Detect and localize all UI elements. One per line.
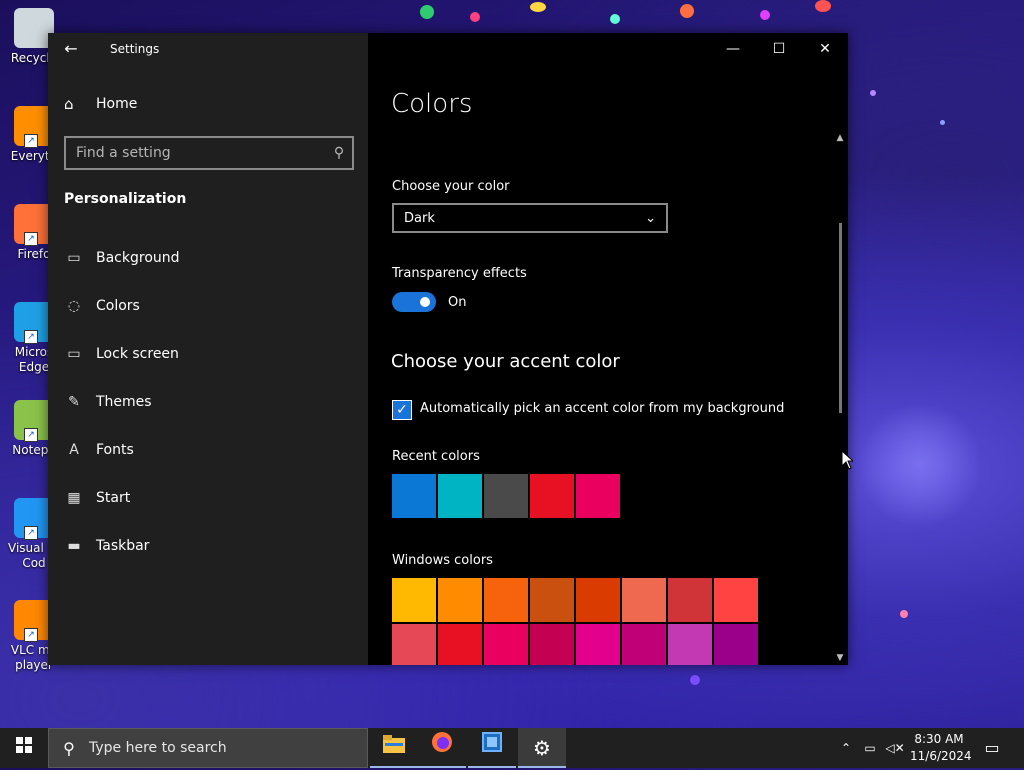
windows-color-swatch[interactable] <box>438 624 482 665</box>
windows-color-swatch[interactable] <box>392 578 436 622</box>
sidebar-item-themes[interactable]: ✎ Themes <box>64 390 152 414</box>
windows-color-swatch[interactable] <box>668 578 712 622</box>
taskbar-search[interactable]: ⚲ Type here to search <box>48 728 368 768</box>
sidebar-item-background[interactable]: ▭ Background <box>64 246 180 270</box>
taskbar-icon: ▬ <box>67 538 81 554</box>
windows-color-swatch[interactable] <box>668 624 712 665</box>
windows-color-swatch[interactable] <box>484 624 528 665</box>
windows-colors-label: Windows colors <box>392 553 493 568</box>
auto-accent-checkbox[interactable]: ✓ <box>392 400 412 420</box>
sidebar-item-label: Taskbar <box>96 538 150 554</box>
windows-color-swatch[interactable] <box>714 624 758 665</box>
nav-home[interactable]: ⌂ Home <box>64 95 137 113</box>
virtualbox-icon[interactable] <box>468 728 516 768</box>
settings-sidebar: ⌂ Home ⚲ Personalization ▭ Background ◌ … <box>48 33 368 665</box>
scroll-up-arrow[interactable]: ▲ <box>832 131 848 145</box>
section-title: Personalization <box>64 191 187 207</box>
windows-color-swatch[interactable] <box>714 578 758 622</box>
themes-icon: ✎ <box>68 394 80 410</box>
sidebar-item-label: Themes <box>96 394 152 410</box>
clock-time: 8:30 AM <box>914 732 964 746</box>
recent-color-swatch[interactable] <box>576 474 620 518</box>
sidebar-item-label: Fonts <box>96 442 134 458</box>
window-title: Settings <box>110 42 160 56</box>
recent-color-swatch[interactable] <box>438 474 482 518</box>
sidebar-item-label: Start <box>96 490 131 506</box>
windows-color-swatch[interactable] <box>622 624 666 665</box>
picture-icon: ▭ <box>67 250 81 266</box>
back-button[interactable]: ← <box>58 39 84 59</box>
scrollbar[interactable]: ▲ ▼ <box>832 131 848 665</box>
start-icon: ▦ <box>67 490 81 506</box>
search-icon[interactable]: ⚲ <box>326 145 352 161</box>
home-icon: ⌂ <box>64 95 74 113</box>
transparency-label: Transparency effects <box>392 266 527 281</box>
recent-colors-label: Recent colors <box>392 449 480 464</box>
taskbar-search-placeholder: Type here to search <box>89 740 227 756</box>
dropdown-value: Dark <box>404 210 435 226</box>
start-button[interactable] <box>0 728 48 768</box>
sidebar-item-lock-screen[interactable]: ▭ Lock screen <box>64 342 179 366</box>
find-setting-input[interactable] <box>66 144 326 162</box>
chevron-down-icon: ⌄ <box>645 210 656 226</box>
shortcut-arrow-icon: ↗ <box>24 330 38 344</box>
shortcut-arrow-icon: ↗ <box>24 428 38 442</box>
sidebar-item-fonts[interactable]: A Fonts <box>64 438 134 462</box>
shortcut-arrow-icon: ↗ <box>24 526 38 540</box>
fonts-icon: A <box>69 442 79 458</box>
nav-home-label: Home <box>96 96 138 112</box>
settings-gear-icon[interactable]: ⚙ <box>518 728 566 768</box>
shortcut-arrow-icon: ↗ <box>24 232 38 246</box>
taskbar: ⚲ Type here to search ⚙ ⌃ ▭ ◁✕ 8:30 AM 1… <box>0 728 1024 768</box>
network-icon[interactable]: ▭ <box>860 728 880 768</box>
choose-color-label: Choose your color <box>392 179 510 194</box>
settings-window: ⌂ Home ⚲ Personalization ▭ Background ◌ … <box>48 33 848 665</box>
windows-color-swatch[interactable] <box>392 624 436 665</box>
sidebar-item-colors[interactable]: ◌ Colors <box>64 294 140 318</box>
recent-color-swatch[interactable] <box>484 474 528 518</box>
shortcut-arrow-icon: ↗ <box>24 628 38 642</box>
chevron-up-icon[interactable]: ⌃ <box>836 728 856 768</box>
search-icon: ⚲ <box>63 738 75 758</box>
sidebar-item-start[interactable]: ▦ Start <box>64 486 130 510</box>
notifications-icon[interactable]: ▭ <box>980 728 1004 768</box>
palette-icon: ◌ <box>67 298 81 314</box>
sidebar-item-label: Colors <box>96 298 140 314</box>
windows-logo-icon <box>16 737 32 753</box>
sidebar-item-label: Lock screen <box>96 346 179 362</box>
windows-color-swatch[interactable] <box>622 578 666 622</box>
auto-accent-label[interactable]: Automatically pick an accent color from … <box>420 401 784 416</box>
recent-color-swatch[interactable] <box>530 474 574 518</box>
colors-page: Colors Choose your color Dark ⌄ Transpar… <box>368 33 848 665</box>
scroll-thumb[interactable] <box>839 223 842 413</box>
windows-color-swatch[interactable] <box>438 578 482 622</box>
transparency-toggle[interactable] <box>392 292 436 312</box>
taskbar-clock[interactable]: 8:30 AM 11/6/2024 <box>910 731 972 765</box>
windows-color-swatch[interactable] <box>530 578 574 622</box>
scroll-down-arrow[interactable]: ▼ <box>832 651 848 665</box>
lock-screen-icon: ▭ <box>67 346 81 362</box>
transparency-state: On <box>448 295 467 310</box>
recent-color-swatch[interactable] <box>392 474 436 518</box>
firefox-icon[interactable] <box>418 728 466 768</box>
windows-color-swatch[interactable] <box>576 624 620 665</box>
choose-color-dropdown[interactable]: Dark ⌄ <box>392 203 668 233</box>
accent-color-heading: Choose your accent color <box>391 351 620 372</box>
windows-color-swatch[interactable] <box>576 578 620 622</box>
shortcut-arrow-icon: ↗ <box>24 134 38 148</box>
windows-color-swatch[interactable] <box>530 624 574 665</box>
clock-date: 11/6/2024 <box>910 749 972 763</box>
volume-muted-icon[interactable]: ◁✕ <box>884 728 906 768</box>
windows-color-swatch[interactable] <box>484 578 528 622</box>
file-explorer-icon[interactable] <box>370 728 418 768</box>
page-title: Colors <box>391 89 473 119</box>
mouse-cursor <box>841 449 855 474</box>
sidebar-item-taskbar[interactable]: ▬ Taskbar <box>64 534 149 558</box>
sidebar-item-label: Background <box>96 250 180 266</box>
find-setting-search[interactable]: ⚲ <box>64 136 354 170</box>
